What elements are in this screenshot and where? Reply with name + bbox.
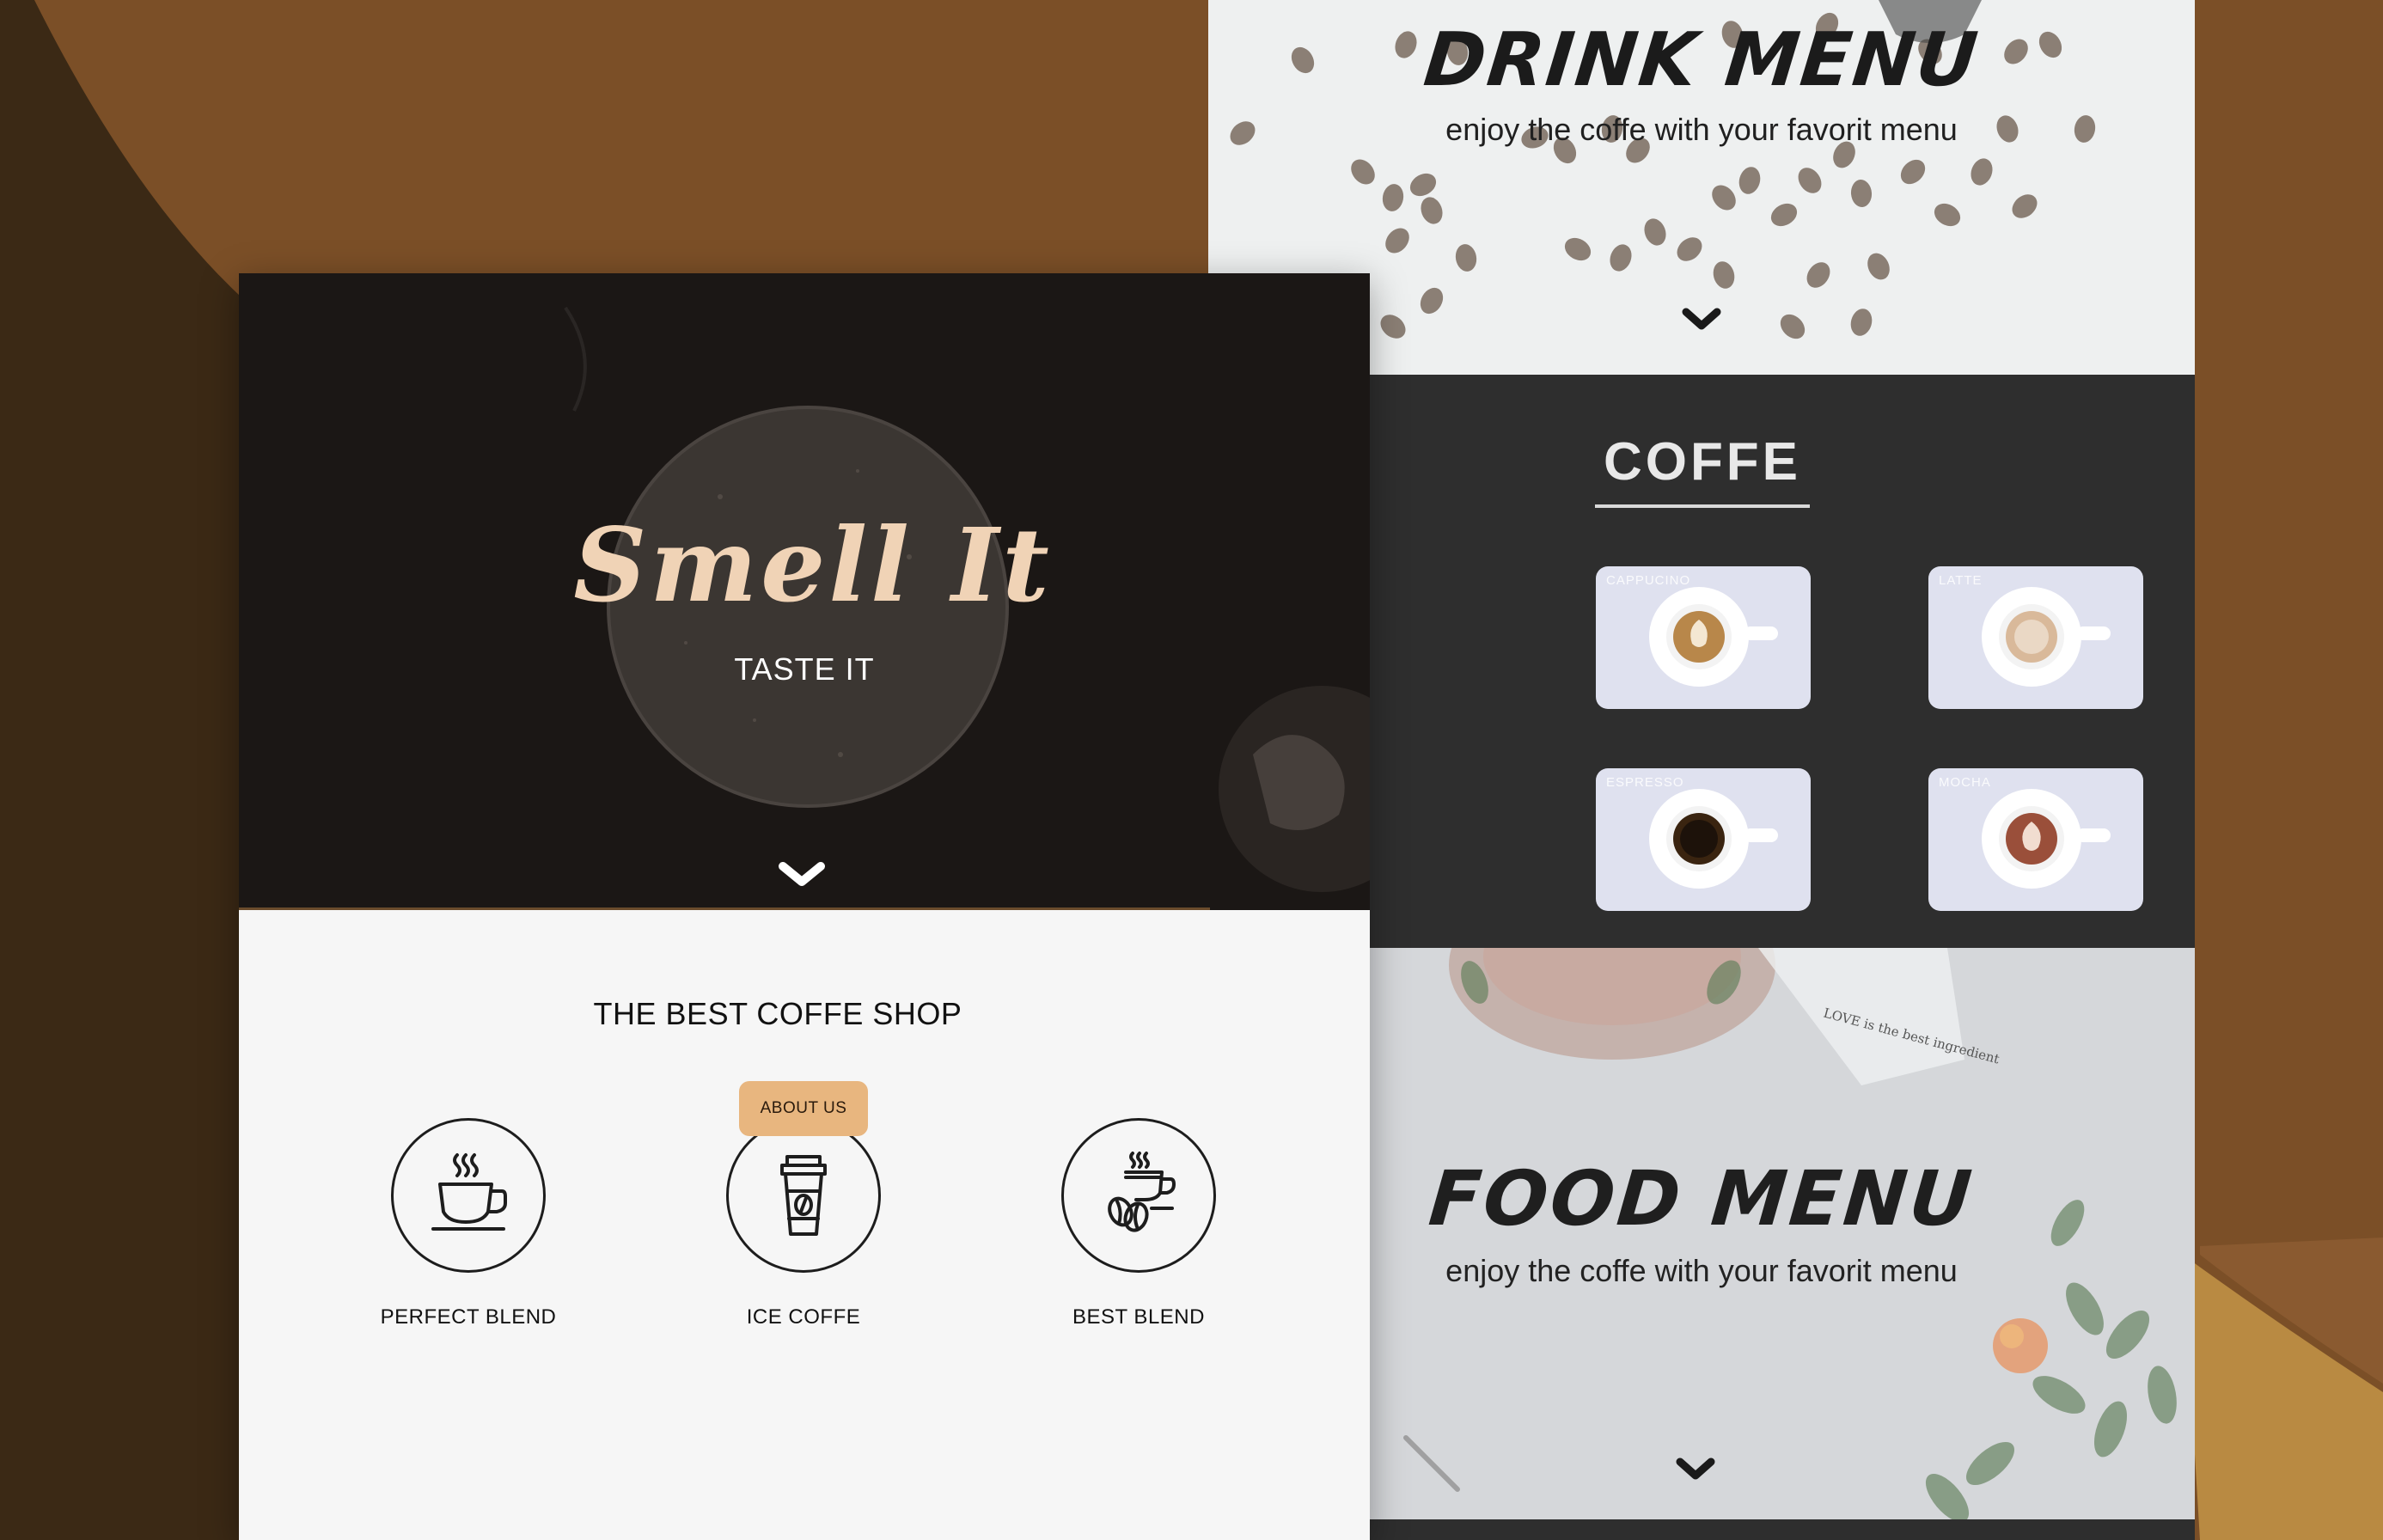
- chevron-down-icon[interactable]: [776, 858, 828, 892]
- feature-icon-circle: [726, 1118, 881, 1273]
- feature-icon-circle: [391, 1118, 546, 1273]
- coffe-card-label: CAPPUCINO: [1606, 573, 1691, 588]
- feature-ice-coffe: ICE COFFE: [692, 1118, 915, 1329]
- feature-label: BEST BLEND: [1072, 1305, 1205, 1329]
- takeaway-cup-icon: [780, 1155, 827, 1236]
- coffe-card-label: LATTE: [1939, 573, 1983, 588]
- coffe-card-label: MOCHA: [1939, 775, 1991, 790]
- drink-menu-subtitle: enjoy the coffe with your favorit menu: [1445, 112, 1958, 147]
- coffe-card-label: ESPRESSO: [1606, 775, 1684, 790]
- coffe-section-title: COFFE: [1595, 431, 1810, 508]
- about-us-button[interactable]: ABOUT US: [739, 1081, 868, 1136]
- about-section: THE BEST COFFE SHOP PERFECT BLEND ICE CO…: [239, 910, 1370, 1540]
- cup-beans-icon: [1108, 1152, 1176, 1232]
- feature-perfect-blend: PERFECT BLEND: [357, 1118, 580, 1329]
- chevron-down-icon[interactable]: [1675, 1455, 1716, 1486]
- hot-cup-icon: [431, 1153, 507, 1231]
- feature-label: PERFECT BLEND: [380, 1305, 557, 1329]
- feature-icon-circle: [1061, 1118, 1216, 1273]
- hero-section: Smell It TASTE IT: [239, 273, 1370, 910]
- hero-title: Smell It: [573, 505, 1053, 625]
- coffe-card-cappuccino[interactable]: CAPPUCINO: [1596, 566, 1811, 709]
- left-mockup: Smell It TASTE IT THE BEST COFFE SHOP PE…: [239, 273, 1370, 1540]
- drink-menu-title: DRINK MENU: [1420, 17, 1983, 103]
- chevron-down-icon[interactable]: [1681, 305, 1722, 336]
- feature-label: ICE COFFE: [746, 1305, 861, 1329]
- coffe-card-espresso[interactable]: ESPRESSO: [1596, 768, 1811, 911]
- feature-best-blend: BEST BLEND: [1027, 1118, 1250, 1329]
- hero-subtitle: TASTE IT: [734, 651, 875, 687]
- about-title: THE BEST COFFE SHOP: [593, 996, 962, 1031]
- coffe-card-mocha[interactable]: MOCHA: [1928, 768, 2143, 911]
- coffe-card-latte[interactable]: LATTE: [1928, 566, 2143, 709]
